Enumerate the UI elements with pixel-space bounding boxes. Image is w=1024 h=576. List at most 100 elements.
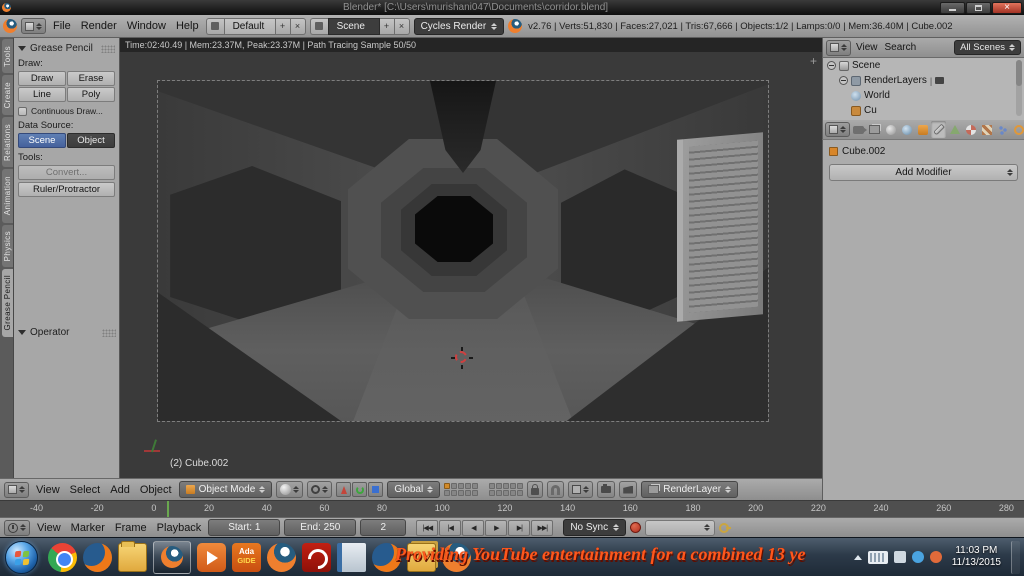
render-layer-selector[interactable]: RenderLayer	[641, 481, 739, 498]
breadcrumb-object-name[interactable]: Cube.002	[842, 146, 885, 157]
tab-physics[interactable]: Physics	[2, 225, 13, 267]
grease-pencil-panel-header[interactable]: Grease Pencil	[18, 43, 115, 54]
blender-logo-icon[interactable]	[3, 19, 17, 33]
auto-keyframe-record-button[interactable]	[630, 522, 642, 533]
screen-delete-button[interactable]: ×	[290, 17, 306, 35]
explorer-folder-icon[interactable]	[118, 540, 147, 572]
frame-start-field[interactable]: Start: 1	[208, 519, 281, 536]
notebook-app-icon[interactable]	[337, 542, 366, 572]
timeline-editor-type-button[interactable]	[4, 519, 30, 536]
sync-mode-selector[interactable]: No Sync	[563, 519, 627, 536]
tray-icon-3[interactable]	[929, 551, 942, 563]
scene-name-value[interactable]: Scene	[327, 17, 380, 35]
acrobat-reader-icon[interactable]	[302, 542, 331, 572]
screen-layout-selector[interactable]: Default + ×	[205, 17, 306, 35]
blender-app-icon-2[interactable]	[267, 542, 296, 572]
outliner-item-scene[interactable]: Scene	[823, 58, 1024, 73]
viewport-editor-type-button[interactable]	[4, 481, 29, 498]
transform-orientation-selector[interactable]: Global	[387, 481, 441, 498]
scene-delete-button[interactable]: ×	[394, 17, 410, 35]
lock-to-scene-button[interactable]	[527, 481, 544, 498]
tray-icon-1[interactable]	[893, 551, 906, 563]
taskbar-clock[interactable]: 11:03 PM 11/13/2015	[952, 545, 1001, 569]
line-button[interactable]: Line	[18, 87, 66, 102]
play-reverse-button[interactable]: ◀	[462, 519, 485, 536]
n-panel-toggle-icon[interactable]: +	[810, 55, 817, 67]
timeline-menu-view[interactable]: View	[34, 522, 64, 534]
firefox-icon[interactable]	[83, 542, 112, 572]
viewport-menu-add[interactable]: Add	[107, 484, 133, 496]
tab-texture[interactable]	[979, 121, 994, 138]
add-modifier-button[interactable]: Add Modifier	[829, 164, 1018, 181]
tab-object-data[interactable]	[947, 121, 962, 138]
collapse-icon[interactable]	[827, 61, 836, 70]
scene-selector[interactable]: Scene + ×	[309, 17, 410, 35]
menu-render[interactable]: Render	[78, 20, 120, 32]
tray-icon-2[interactable]	[911, 551, 924, 563]
maximize-button[interactable]	[966, 1, 991, 14]
tab-physics[interactable]	[1011, 121, 1024, 138]
rotate-manipulator-button[interactable]	[352, 482, 368, 497]
show-hidden-icons-button[interactable]	[853, 554, 862, 560]
tab-scene[interactable]	[883, 121, 898, 138]
timeline-ruler[interactable]: -40 -20 0 20 40 60 80 100 120 140 160 18…	[0, 500, 1024, 517]
viewport-menu-object[interactable]: Object	[137, 484, 175, 496]
timeline-menu-playback[interactable]: Playback	[154, 522, 205, 534]
media-player-icon[interactable]	[197, 542, 226, 572]
prev-keyframe-button[interactable]: |◀	[439, 519, 462, 536]
pivot-point-selector[interactable]	[307, 481, 333, 498]
snap-toggle-button[interactable]	[547, 481, 565, 498]
translate-manipulator-button[interactable]	[336, 482, 352, 497]
source-scene-button[interactable]: Scene	[18, 133, 66, 148]
start-button[interactable]	[5, 540, 38, 574]
insert-keyframe-icon[interactable]	[719, 522, 732, 533]
operator-panel-header[interactable]: Operator	[18, 327, 116, 338]
tab-particles[interactable]	[995, 121, 1010, 138]
jump-to-start-button[interactable]: |◀◀	[416, 519, 439, 536]
play-button[interactable]: ▶	[485, 519, 508, 536]
source-object-button[interactable]: Object	[67, 133, 115, 148]
tab-relations[interactable]: Relations	[2, 117, 13, 167]
menu-window[interactable]: Window	[124, 20, 169, 32]
draw-button[interactable]: Draw	[18, 71, 66, 86]
screen-browse-icon[interactable]	[205, 17, 224, 35]
current-frame-marker[interactable]	[167, 501, 169, 517]
camera-restrict-icon[interactable]	[935, 77, 945, 84]
screen-layout-value[interactable]: Default	[223, 17, 276, 35]
properties-editor-type-button[interactable]	[825, 122, 850, 137]
tab-object[interactable]	[915, 121, 930, 138]
outliner-item-world[interactable]: World	[823, 88, 1024, 103]
frame-end-field[interactable]: End: 250	[284, 519, 357, 536]
tab-tools[interactable]: Tools	[2, 39, 13, 73]
minimize-button[interactable]	[940, 1, 965, 14]
scene-add-button[interactable]: +	[379, 17, 395, 35]
mode-selector[interactable]: Object Mode	[178, 481, 273, 498]
opengl-render-anim-button[interactable]	[619, 481, 638, 498]
close-button[interactable]: ×	[992, 1, 1022, 14]
layer-grid-left[interactable]	[444, 483, 479, 496]
outliner-menu-view[interactable]: View	[854, 42, 880, 53]
tab-modifiers[interactable]	[931, 121, 946, 138]
snap-element-selector[interactable]	[568, 481, 594, 498]
outliner-display-filter[interactable]: All Scenes	[954, 40, 1021, 55]
tab-create[interactable]: Create	[2, 75, 13, 115]
ruler-protractor-button[interactable]: Ruler/Protractor	[18, 182, 115, 197]
poly-button[interactable]: Poly	[67, 87, 115, 102]
tab-world[interactable]	[899, 121, 914, 138]
viewport-shading-selector[interactable]	[276, 481, 304, 498]
continuous-draw-checkbox[interactable]	[18, 106, 27, 116]
outliner-editor-type-button[interactable]	[826, 39, 851, 56]
menu-help[interactable]: Help	[173, 20, 202, 32]
scale-manipulator-button[interactable]	[368, 482, 384, 497]
menu-file[interactable]: File	[50, 20, 74, 32]
show-desktop-button[interactable]	[1011, 540, 1020, 574]
timeline-menu-frame[interactable]: Frame	[112, 522, 150, 534]
opengl-render-button[interactable]	[597, 481, 616, 498]
keyboard-tray-icon[interactable]	[867, 550, 888, 564]
chrome-icon[interactable]	[48, 542, 77, 572]
timeline-menu-marker[interactable]: Marker	[68, 522, 108, 534]
viewport-menu-view[interactable]: View	[33, 484, 63, 496]
tab-material[interactable]	[963, 121, 978, 138]
outliner-scrollbar[interactable]	[1016, 60, 1022, 116]
keying-set-selector[interactable]	[645, 519, 716, 536]
